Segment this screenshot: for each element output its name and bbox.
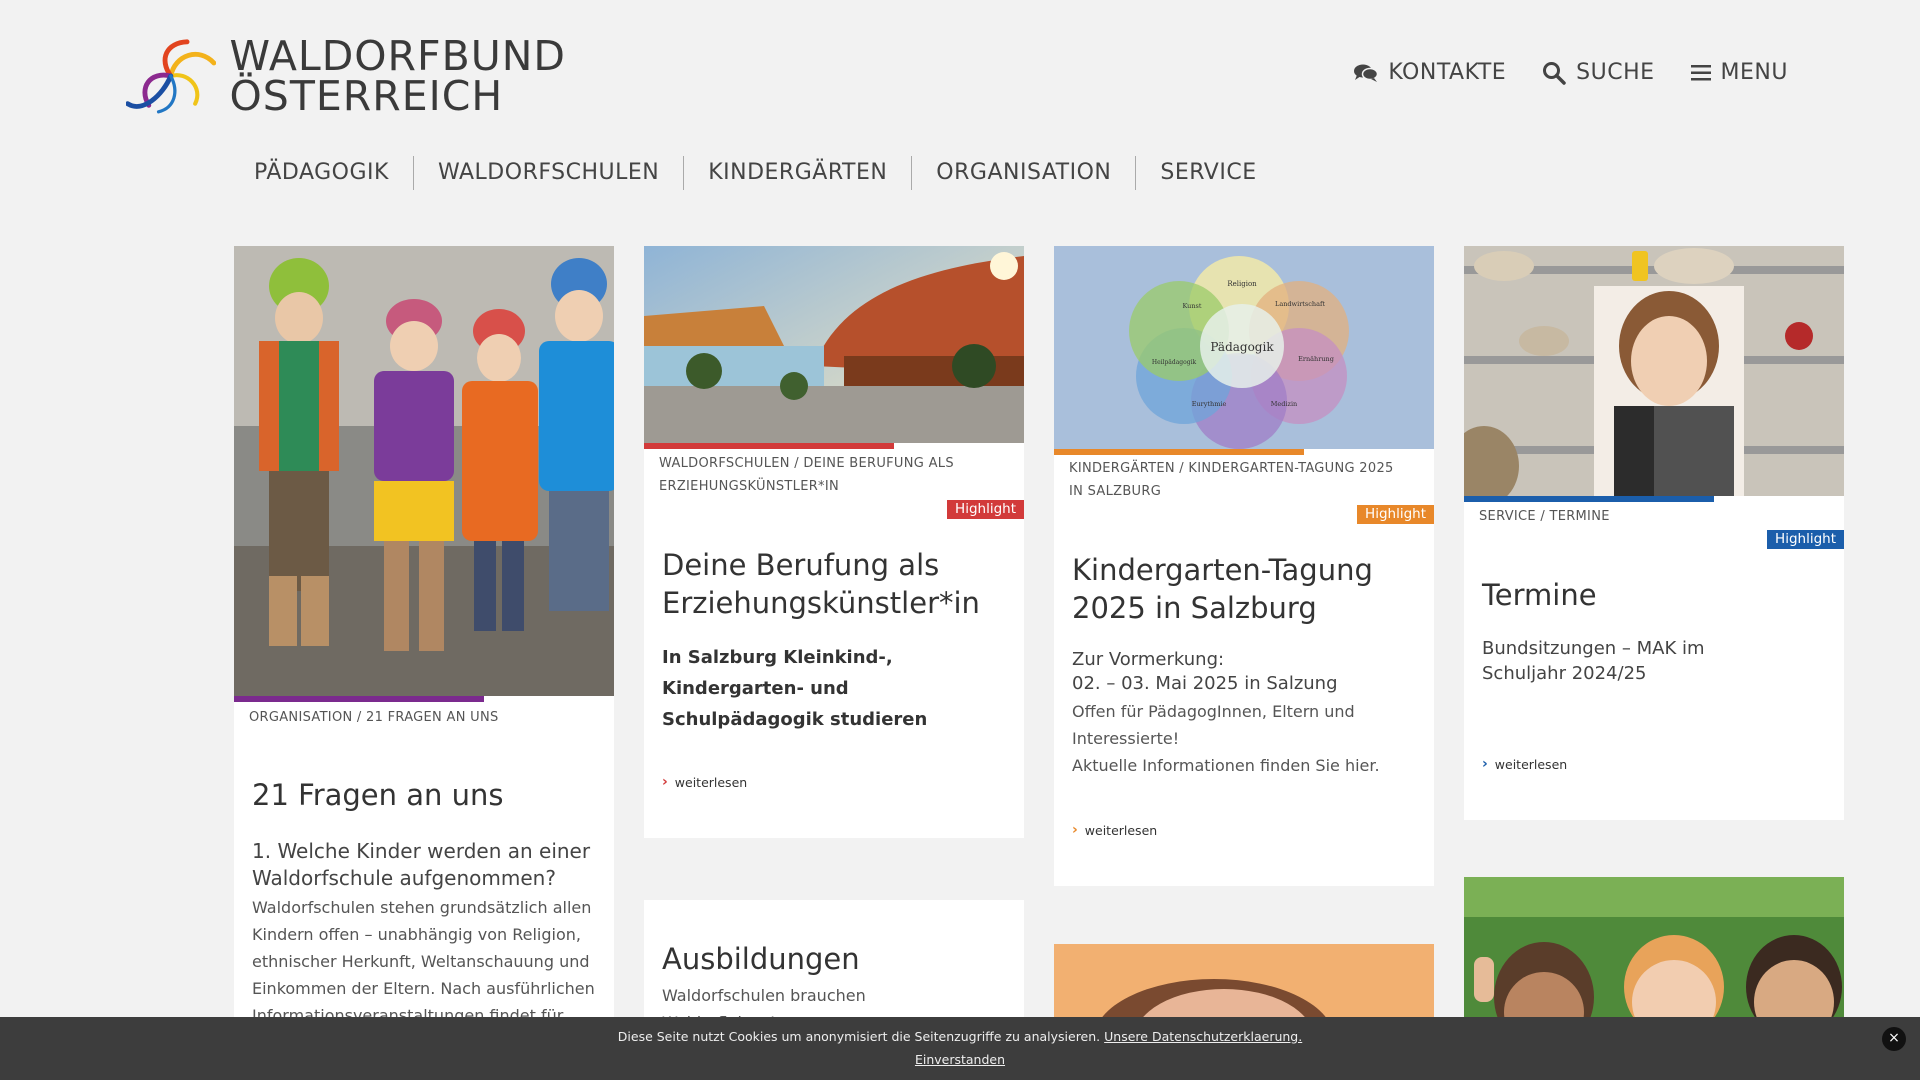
card-image-school-building [644, 246, 1024, 443]
read-more-link[interactable]: › weiterlesen [662, 774, 747, 790]
contacts-label: KONTAKTE [1388, 60, 1507, 85]
diagram-label-kunst: Kunst [1182, 302, 1201, 310]
read-more-link[interactable]: › weiterlesen [1482, 756, 1567, 772]
card-question: 1. Welche Kinder werden an einer Waldorf… [252, 839, 591, 890]
nav-item-kindergaerten[interactable]: KINDERGÄRTEN [683, 156, 911, 190]
card-image-child-portrait [1054, 944, 1434, 1017]
read-more-label: weiterlesen [674, 774, 748, 790]
card-kindergarten-tagung[interactable]: Pädagogik Religion Landwirtschaft Ernähr… [1054, 246, 1434, 886]
card-text-line1: Zur Vormerkung: [1072, 649, 1225, 670]
read-more-label: weiterlesen [1494, 756, 1568, 772]
contacts-link[interactable]: KONTAKTE [1354, 60, 1506, 85]
chevron-right-icon: › [1482, 756, 1488, 772]
waldorfbund-swirl-icon [126, 39, 216, 114]
card-subtitle: In Salzburg Kleinkind-, Kindergarten- un… [662, 647, 928, 730]
diagram-label-ernaehrung: Ernährung [1298, 355, 1334, 363]
nav-item-service[interactable]: SERVICE [1135, 156, 1280, 190]
card-accent-bar [1054, 449, 1304, 455]
cookie-message: Diese Seite nutzt Cookies um anonymisier… [0, 1029, 1920, 1044]
cookie-text: Diese Seite nutzt Cookies um anonymisier… [617, 1029, 1101, 1044]
close-icon[interactable]: × [1882, 1027, 1906, 1051]
card-title[interactable]: 21 Fragen an uns [252, 776, 602, 814]
menu-link[interactable]: MENU [1690, 60, 1788, 85]
card-breadcrumb[interactable]: ORGANISATION / 21 FRAGEN AN UNS [249, 706, 599, 729]
diagram-center-label: Pädagogik [1210, 340, 1274, 354]
menu-label: MENU [1720, 60, 1788, 85]
card-image-paedagogik-diagram: Pädagogik Religion Landwirtschaft Ernähr… [1054, 246, 1434, 449]
diagram-label-religion: Religion [1227, 280, 1257, 288]
card-termine[interactable]: SERVICE / TERMINE Highlight Termine Bund… [1464, 246, 1844, 820]
card-accent-bar [644, 443, 894, 449]
diagram-label-eurythmie: Eurythmie [1192, 400, 1227, 408]
diagram-label-heilpaedagogik: Heilpädagogik [1152, 359, 1197, 366]
diagram-label-medizin: Medizin [1271, 400, 1297, 408]
card-title[interactable]: Ausbildungen [662, 940, 1002, 978]
card-breadcrumb[interactable]: KINDERGÄRTEN / KINDERGARTEN-TAGUNG 2025 … [1069, 457, 1409, 503]
privacy-policy-link[interactable]: Unsere Datenschutzerklaerung. [1104, 1029, 1302, 1044]
highlight-badge: Highlight [1767, 530, 1844, 549]
search-label: SUCHE [1576, 60, 1655, 85]
nav-item-paedagogik[interactable]: PÄDAGOGIK [230, 156, 413, 190]
nav-item-waldorfschulen[interactable]: WALDORFSCHULEN [412, 156, 683, 190]
logo-line-1: WALDORFBUND [229, 32, 566, 80]
card-image-pottery-student [1464, 246, 1844, 496]
main-nav: PÄDAGOGIK WALDORFSCHULEN KINDERGÄRTEN OR… [230, 156, 1281, 190]
highlight-badge: Highlight [947, 500, 1024, 519]
card-title[interactable]: Kindergarten-Tagung 2025 in Salzburg [1072, 551, 1412, 627]
card-text-line2: 02. – 03. Mai 2025 in Salzung [1072, 673, 1338, 694]
search-icon [1543, 61, 1566, 85]
read-more-label: weiterlesen [1084, 822, 1158, 838]
card-title[interactable]: Termine [1482, 576, 1822, 614]
cookie-banner: Diese Seite nutzt Cookies um anonymisier… [0, 1017, 1920, 1080]
search-link[interactable]: SUCHE [1542, 60, 1654, 85]
chevron-right-icon: › [662, 774, 668, 790]
site-logo[interactable]: WALDORFBUND ÖSTERREICH [126, 30, 566, 122]
card-21-fragen[interactable]: ORGANISATION / 21 FRAGEN AN UNS 21 Frage… [234, 246, 614, 1026]
cookie-accept-link[interactable]: Einverstanden [915, 1052, 1005, 1067]
card-accent-bar [1464, 496, 1714, 502]
card-breadcrumb[interactable]: WALDORFSCHULEN / DEINE BERUFUNG ALS ERZI… [659, 452, 989, 498]
card-text: Bundsitzungen – MAK im Schuljahr 2024/25 [1482, 638, 1705, 684]
logo-wordmark: WALDORFBUND ÖSTERREICH [229, 32, 566, 120]
nav-item-organisation[interactable]: ORGANISATION [911, 156, 1135, 190]
card-text-line3: Offen für PädagogInnen, Eltern und Inter… [1072, 702, 1355, 748]
top-links: KONTAKTE SUCHE MENU [1354, 60, 1788, 85]
chevron-right-icon: › [1072, 822, 1078, 838]
card-text: Waldorfschulen stehen grundsätzlich alle… [252, 898, 595, 1019]
card-breadcrumb[interactable]: SERVICE / TERMINE [1479, 505, 1819, 528]
card-accent-bar [234, 696, 484, 702]
card-title[interactable]: Deine Berufung als Erziehungskünstler*in [662, 546, 1002, 622]
card-ausbildungen[interactable]: Ausbildungen Waldorfschulen brauchen Wal… [644, 900, 1024, 1032]
cookie-accept-row: Einverstanden [0, 1052, 1920, 1067]
card-image-boys [1464, 877, 1844, 1017]
hamburger-icon [1690, 64, 1711, 80]
chat-bubbles-icon [1354, 64, 1379, 82]
card-image-children [234, 246, 614, 696]
read-more-link[interactable]: › weiterlesen [1072, 822, 1157, 838]
card-berufung[interactable]: WALDORFSCHULEN / DEINE BERUFUNG ALS ERZI… [644, 246, 1024, 838]
diagram-label-landwirtschaft: Landwirtschaft [1275, 300, 1325, 308]
card-text-line4: Aktuelle Informationen finden Sie hier. [1072, 756, 1380, 775]
logo-line-2: ÖSTERREICH [229, 72, 504, 120]
highlight-badge: Highlight [1357, 505, 1434, 524]
